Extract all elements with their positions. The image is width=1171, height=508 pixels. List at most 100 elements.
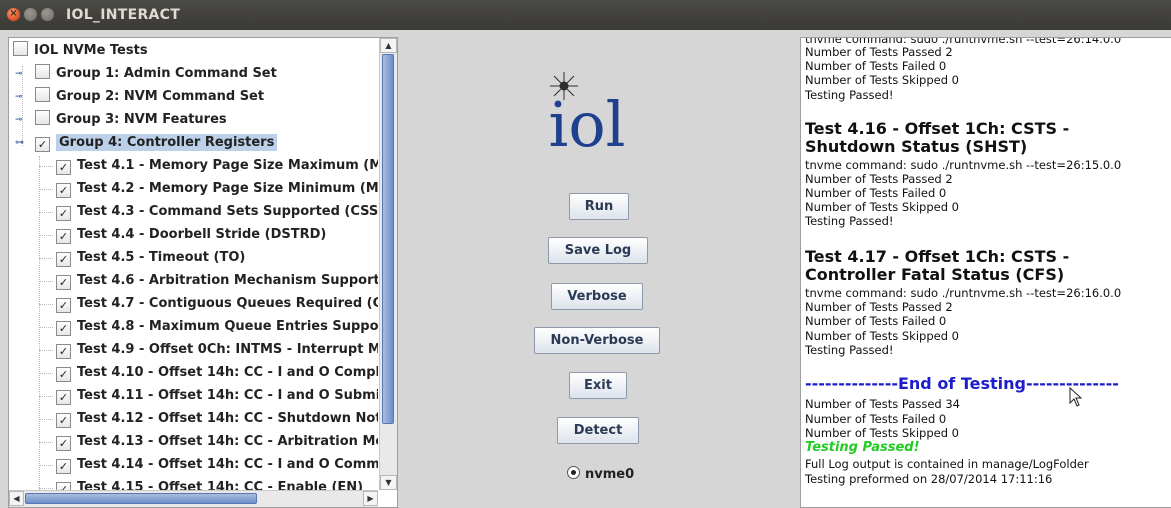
test-description: - Maximum Queue Entries Supporte — [134, 319, 378, 334]
scroll-left-icon[interactable]: ◀ — [9, 491, 24, 506]
close-window-button[interactable]: × — [7, 8, 20, 21]
tree-root[interactable]: IOL NVMe Tests — [13, 41, 148, 61]
log-line: Number of Tests Failed 0 — [805, 412, 947, 426]
radio-selected-icon[interactable] — [567, 466, 580, 479]
tree-test-item[interactable]: ✓ Test 4.2 - Memory Page Size Minimum (MP… — [56, 179, 378, 199]
log-line: Testing Passed! — [805, 343, 894, 357]
tree-connector — [39, 488, 53, 489]
checkbox-checked[interactable]: ✓ — [56, 459, 71, 474]
test-number: Test 4.8 — [77, 319, 135, 334]
expand-handle-icon[interactable]: ⊸ — [15, 116, 24, 125]
checkbox-checked[interactable]: ✓ — [56, 321, 71, 336]
tree-group-2[interactable]: Group 2: NVM Command Set — [35, 87, 264, 107]
close-icon: × — [9, 8, 18, 19]
tree-connector — [39, 258, 53, 259]
checkbox-checked[interactable]: ✓ — [56, 160, 71, 175]
log-line: Number of Tests Passed 2 — [805, 45, 953, 59]
tree-test-item[interactable]: ✓ Test 4.8 - Maximum Queue Entries Suppor… — [56, 317, 378, 337]
checkbox-checked[interactable]: ✓ — [56, 344, 71, 359]
tree-test-item[interactable]: ✓ Test 4.14 - Offset 14h: CC - I and O Co… — [56, 455, 378, 475]
expand-handle-icon[interactable]: ⊸ — [15, 93, 24, 102]
tree-connector — [39, 396, 53, 397]
tree-connector — [39, 465, 53, 466]
test-description: - Contiguous Queues Required (CQI — [134, 296, 378, 311]
log-line: Full Log output is contained in manage/L… — [805, 457, 1089, 471]
checkbox-checked[interactable]: ✓ — [56, 229, 71, 244]
checkbox-checked[interactable]: ✓ — [56, 252, 71, 267]
test-description: - Offset 0Ch: INTMS - Interrupt Mas — [134, 342, 378, 357]
tree-test-item[interactable]: ✓ Test 4.9 - Offset 0Ch: INTMS - Interrup… — [56, 340, 378, 360]
log-line: Testing Passed! — [805, 88, 894, 102]
checkbox-checked[interactable]: ✓ — [56, 298, 71, 313]
tree-test-item[interactable]: ✓ Test 4.1 - Memory Page Size Maximum (MP… — [56, 156, 378, 176]
checkbox-checked[interactable]: ✓ — [56, 206, 71, 221]
test-description: - Offset 14h: CC - Enable (EN) — [143, 480, 364, 490]
tree-test-item[interactable]: ✓ Test 4.4 - Doorbell Stride (DSTRD) — [56, 225, 326, 245]
tree-test-item[interactable]: ✓ Test 4.5 - Timeout (TO) — [56, 248, 245, 268]
detect-button[interactable]: Detect — [557, 417, 639, 444]
test-number: Test 4.10 — [77, 365, 144, 380]
tree-test-item[interactable]: ✓ Test 4.11 - Offset 14h: CC - I and O Su… — [56, 386, 378, 406]
tree-group-4[interactable]: ✓ Group 4: Controller Registers — [35, 133, 278, 153]
expand-handle-icon[interactable]: ⊸ — [15, 70, 24, 79]
scroll-up-icon[interactable]: ▲ — [380, 38, 397, 53]
tree-test-item[interactable]: ✓ Test 4.12 - Offset 14h: CC - Shutdown N… — [56, 409, 378, 429]
tree-connector — [39, 442, 53, 443]
test-number: Test 4.12 — [77, 411, 144, 426]
test-description: - Offset 14h: CC - I and O Submissi — [143, 388, 378, 403]
tree-vertical-scrollbar[interactable]: ▲ ▼ — [379, 38, 397, 490]
non-verbose-button[interactable]: Non-Verbose — [534, 327, 660, 354]
iol-logo: iol — [549, 72, 626, 160]
tree-connector — [39, 350, 53, 351]
scroll-down-icon[interactable]: ▼ — [380, 475, 397, 490]
log-line: Testing preformed on 28/07/2014 17:11:16 — [805, 472, 1053, 486]
log-line: Number of Tests Failed 0 — [805, 314, 947, 328]
checkbox-checked[interactable]: ✓ — [56, 183, 71, 198]
collapse-handle-icon[interactable]: ⊶ — [15, 139, 24, 148]
tree-connector — [39, 166, 53, 167]
test-number: Test 4.1 — [77, 158, 135, 173]
scroll-thumb[interactable] — [25, 493, 257, 504]
scroll-thumb[interactable] — [382, 54, 394, 424]
log-output-panel[interactable]: tnvme command: sudo ./runtnvme.sh --test… — [800, 37, 1171, 508]
checkbox-checked[interactable]: ✓ — [56, 482, 71, 490]
checkbox[interactable] — [35, 110, 50, 125]
checkbox-checked[interactable]: ✓ — [56, 390, 71, 405]
minimize-window-button[interactable] — [24, 8, 37, 21]
run-button[interactable]: Run — [569, 193, 629, 220]
tree-test-item[interactable]: ✓ Test 4.10 - Offset 14h: CC - I and O Co… — [56, 363, 378, 383]
maximize-window-button[interactable] — [41, 8, 54, 21]
checkbox-checked[interactable]: ✓ — [56, 367, 71, 382]
log-line: Number of Tests Skipped 0 — [805, 200, 959, 214]
checkbox-checked[interactable]: ✓ — [35, 137, 50, 152]
test-number: Test 4.2 — [77, 181, 135, 196]
tree-test-item[interactable]: ✓ Test 4.15 - Offset 14h: CC - Enable (EN… — [56, 478, 363, 490]
device-radio[interactable]: nvme0 — [567, 466, 634, 482]
verbose-button[interactable]: Verbose — [551, 283, 643, 310]
test-description: - Doorbell Stride (DSTRD) — [134, 227, 327, 242]
save-log-button[interactable]: Save Log — [548, 237, 648, 264]
tree-connector — [39, 156, 40, 490]
checkbox[interactable] — [35, 87, 50, 102]
tree-test-item[interactable]: ✓ Test 4.7 - Contiguous Queues Required (… — [56, 294, 378, 314]
tree-test-item[interactable]: ✓ Test 4.3 - Command Sets Supported (CSS) — [56, 202, 378, 222]
tree-test-item[interactable]: ✓ Test 4.13 - Offset 14h: CC - Arbitratio… — [56, 432, 378, 452]
checkbox[interactable] — [35, 64, 50, 79]
log-line: Number of Tests Failed 0 — [805, 186, 947, 200]
tree-test-item[interactable]: ✓ Test 4.6 - Arbitration Mechanism Suppor… — [56, 271, 378, 291]
tree-group-3[interactable]: Group 3: NVM Features — [35, 110, 227, 130]
exit-button[interactable]: Exit — [569, 372, 627, 399]
checkbox-checked[interactable]: ✓ — [56, 275, 71, 290]
checkbox-checked[interactable]: ✓ — [56, 436, 71, 451]
test-number: Test 4.15 — [77, 480, 144, 490]
final-status: Testing Passed! — [805, 440, 920, 455]
tree-connector — [39, 304, 53, 305]
checkbox-checked[interactable]: ✓ — [56, 413, 71, 428]
log-line: Number of Tests Passed 34 — [805, 397, 960, 411]
tree-horizontal-scrollbar[interactable]: ◀ ▶ — [9, 490, 378, 507]
test-description: - Command Sets Supported (CSS) — [134, 204, 378, 219]
tree-group-1[interactable]: Group 1: Admin Command Set — [35, 64, 277, 84]
test-description: - Offset 14h: CC - Arbitration Mech — [143, 434, 378, 449]
checkbox[interactable] — [13, 41, 28, 56]
scroll-right-icon[interactable]: ▶ — [363, 491, 378, 506]
